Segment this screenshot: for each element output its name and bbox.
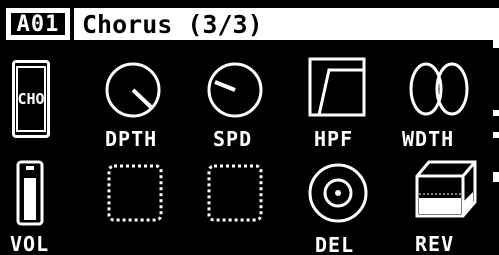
param-delay[interactable]: DEL (303, 160, 373, 255)
page-title-text: Chorus (3/3) (82, 9, 263, 39)
empty-slot-icon (107, 164, 163, 222)
delay-send-icon (308, 163, 368, 223)
highpass-filter-icon (308, 57, 366, 117)
volume-fader-icon (16, 160, 44, 226)
width-icon (409, 62, 469, 116)
param-empty-1[interactable] (105, 162, 165, 224)
device-screen: A01 Chorus (3/3) CHO DPTH SPD HPF WDTH V… (0, 0, 499, 255)
param-label: VOL (10, 232, 50, 255)
param-label: DPTH (105, 127, 158, 151)
depth-knob-icon (105, 62, 161, 118)
param-depth[interactable]: DPTH (100, 58, 170, 158)
param-volume[interactable]: VOL (10, 158, 70, 255)
param-speed[interactable]: SPD (200, 58, 270, 158)
reverb-send-icon (415, 160, 477, 218)
param-highpass[interactable]: HPF (305, 56, 375, 156)
param-label: HPF (314, 127, 354, 151)
param-label: DEL (315, 233, 355, 255)
page-scroll-indicator (491, 0, 499, 255)
effect-tag-label: CHO (16, 66, 46, 132)
preset-slot-label: A01 (11, 12, 65, 37)
param-reverb[interactable]: REV (405, 158, 491, 255)
effect-tag-chorus[interactable]: CHO (12, 60, 50, 138)
param-label: WDTH (402, 127, 455, 151)
speed-knob-icon (207, 62, 263, 118)
preset-slot-badge[interactable]: A01 (6, 8, 70, 40)
param-label: SPD (213, 127, 253, 151)
param-label: REV (415, 232, 455, 255)
page-title: Chorus (3/3) (74, 8, 499, 40)
param-empty-2[interactable] (205, 162, 265, 224)
param-width[interactable]: WDTH (402, 58, 492, 158)
empty-slot-icon (207, 164, 263, 222)
